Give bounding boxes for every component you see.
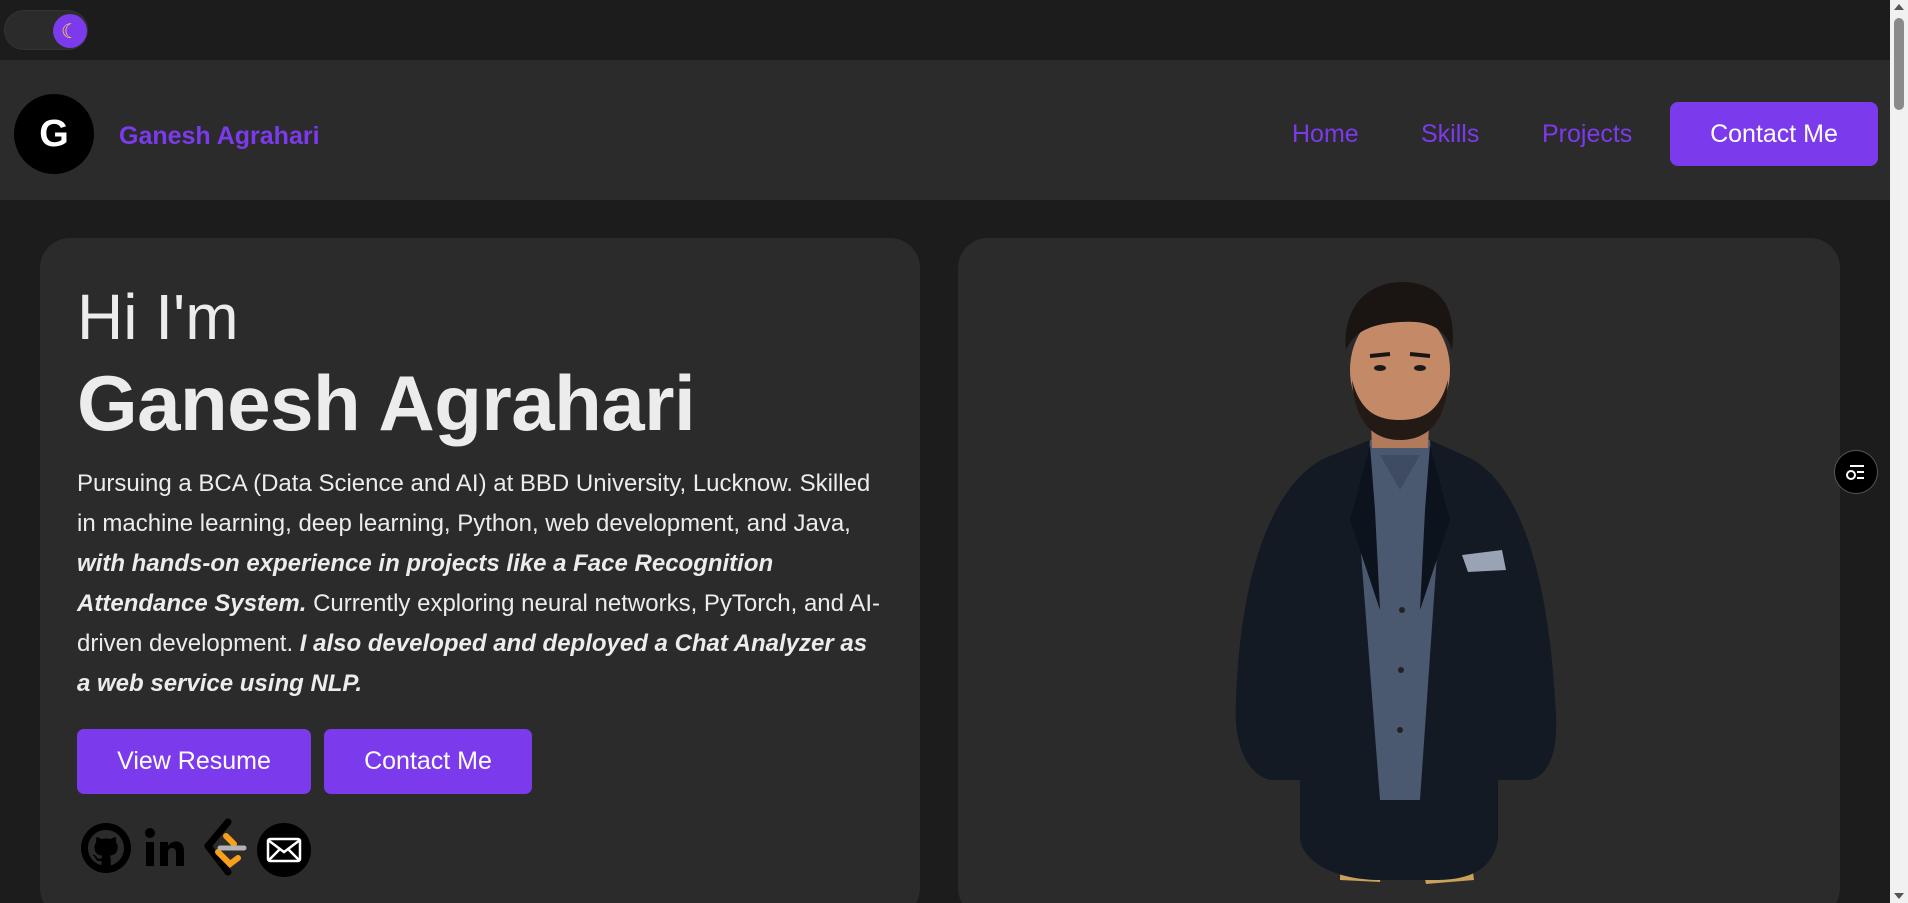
- contact-me-button[interactable]: Contact Me: [324, 729, 532, 794]
- site-header: G Ganesh Agrahari Home Skills Projects C…: [0, 60, 1890, 200]
- scroll-down-icon[interactable]: [1894, 893, 1904, 899]
- accessibility-menu-icon[interactable]: [1834, 450, 1878, 494]
- hero-name: Ganesh Agrahari: [77, 359, 696, 447]
- bio-text: Pursuing a BCA (Data Science and AI) at …: [77, 470, 871, 537]
- view-resume-button[interactable]: View Resume: [77, 729, 311, 794]
- nav-skills[interactable]: Skills: [1421, 120, 1479, 149]
- moon-icon[interactable]: ☾: [53, 14, 87, 48]
- scroll-thumb[interactable]: [1894, 18, 1904, 110]
- avatar[interactable]: G: [14, 94, 94, 174]
- nav-projects[interactable]: Projects: [1542, 120, 1632, 149]
- github-icon[interactable]: [80, 818, 136, 878]
- email-icon[interactable]: [256, 818, 312, 878]
- nav-home[interactable]: Home: [1292, 120, 1359, 149]
- scroll-up-icon[interactable]: [1894, 4, 1904, 10]
- leetcode-icon[interactable]: [198, 818, 254, 878]
- theme-toggle[interactable]: ☾: [4, 10, 88, 50]
- bio-paragraph: Pursuing a BCA (Data Science and AI) at …: [77, 464, 887, 704]
- vertical-scrollbar[interactable]: [1890, 0, 1908, 903]
- brand-name[interactable]: Ganesh Agrahari: [119, 122, 320, 151]
- nav-contact-button[interactable]: Contact Me: [1670, 102, 1878, 166]
- linkedin-icon[interactable]: [140, 818, 196, 878]
- greeting: Hi I'm: [77, 281, 239, 353]
- profile-photo: [1235, 282, 1557, 884]
